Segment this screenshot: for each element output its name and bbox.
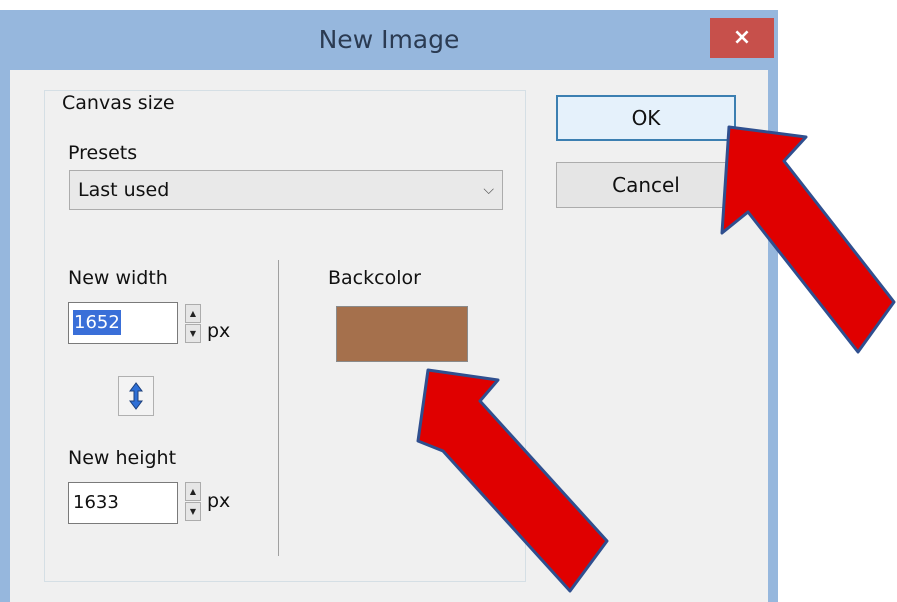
red-arrow-icon [720, 125, 896, 354]
annotation-arrows [416, 125, 896, 593]
red-arrow-icon [416, 368, 609, 593]
